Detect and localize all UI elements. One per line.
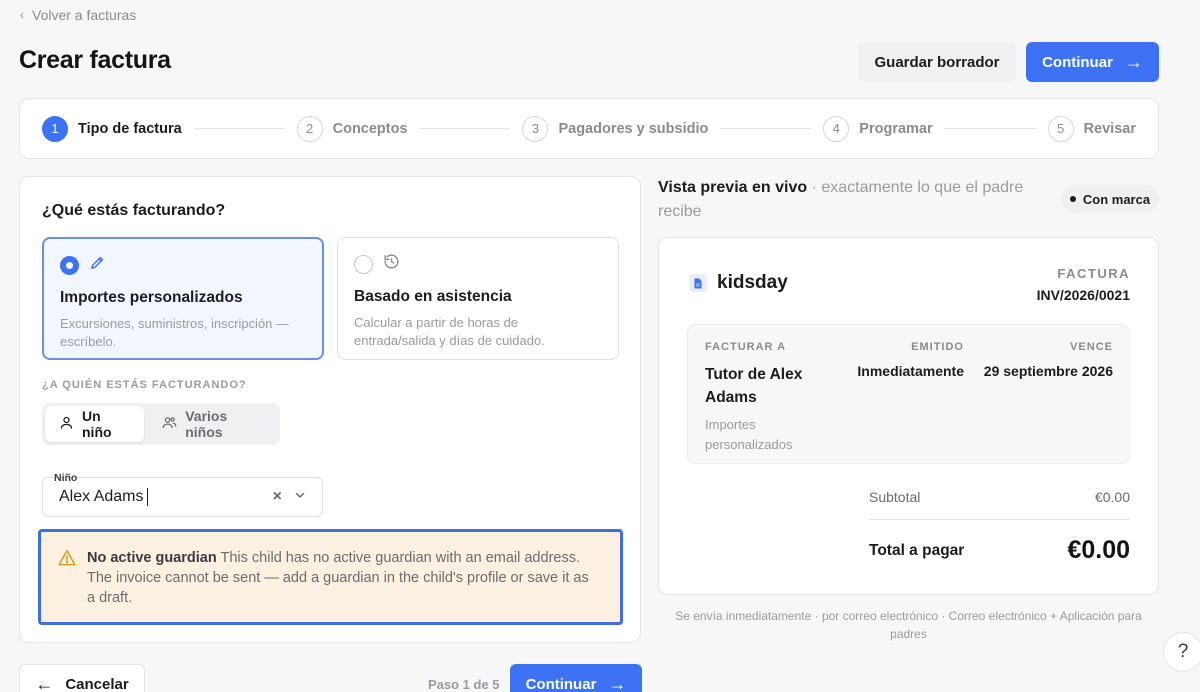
due-value: 29 septiembre 2026 <box>983 363 1113 379</box>
invoice-preview-card: kidsday FACTURA INV/2026/0021 Facturar a… <box>658 237 1159 595</box>
back-link[interactable]: ‹ Volver a facturas <box>20 7 136 23</box>
recipient-label: ¿A quién estás facturando? <box>42 379 247 391</box>
branded-badge[interactable]: Con marca <box>1061 185 1159 213</box>
step-connector <box>193 128 285 129</box>
option-title: Importes personalizados <box>60 289 243 306</box>
invoice-number: INV/2026/0021 <box>1036 287 1130 303</box>
option-description: Excursiones, suministros, inscripción — … <box>60 316 290 349</box>
pencil-icon <box>89 254 106 276</box>
stepper: 1 Tipo de factura 2 Conceptos 3 Pagadore… <box>19 98 1159 159</box>
back-link-label: Volver a facturas <box>32 7 137 23</box>
continue-button-bottom[interactable]: Continuar → <box>510 664 642 692</box>
child-field-label: Niño <box>54 472 78 484</box>
recipient-mode-toggle: Un niño Varios niños <box>42 403 280 445</box>
document-logo-icon <box>689 274 707 292</box>
question-mark-icon: ? <box>1177 641 1189 662</box>
step-programar[interactable]: 4 Programar <box>823 115 933 142</box>
dot-icon <box>1069 196 1076 202</box>
total-row: Total a pagar €0.00 <box>869 536 1130 565</box>
chevron-down-icon[interactable] <box>294 488 306 506</box>
step-connector <box>720 128 812 129</box>
step-connector <box>419 128 511 129</box>
segment-multiple-children[interactable]: Varios niños <box>148 406 277 442</box>
preview-heading: Vista previa en vivo · exactamente lo qu… <box>658 176 1038 224</box>
save-draft-button[interactable]: Guardar borrador <box>858 42 1016 82</box>
arrow-left-icon: ← <box>35 674 54 692</box>
step-label: Conceptos <box>332 120 408 137</box>
warning-title: No active guardian <box>87 550 217 566</box>
bill-to-name: Tutor de Alex Adams <box>705 366 803 406</box>
subtotal-row: Subtotal €0.00 <box>869 489 1130 505</box>
segment-label: Varios niños <box>185 408 228 440</box>
option-custom-amounts[interactable]: Importes personalizados Excursiones, sum… <box>42 237 324 360</box>
cancel-button[interactable]: ← Cancelar <box>19 664 145 692</box>
option-title: Basado en asistencia <box>354 288 512 305</box>
branded-badge-label: Con marca <box>1082 191 1151 207</box>
clock-history-icon <box>383 253 400 275</box>
divider <box>869 519 1130 520</box>
step-number: 1 <box>42 115 68 142</box>
invoice-type-card: ¿Qué estás facturando? Importes personal… <box>19 176 641 643</box>
step-connector <box>944 128 1036 129</box>
cancel-label: Cancelar <box>65 675 129 692</box>
step-conceptos[interactable]: 2 Conceptos <box>296 115 408 142</box>
bill-to-label: Facturar a <box>705 341 787 353</box>
segment-label: Un niño <box>82 408 112 440</box>
total-value: €0.00 <box>1067 536 1130 564</box>
preview-title: Vista previa en vivo <box>658 179 808 196</box>
bill-to-type: Importes personalizados <box>705 417 793 452</box>
invoice-kind: FACTURA <box>1057 266 1130 281</box>
users-icon <box>162 415 177 433</box>
radio-checked[interactable] <box>60 255 79 275</box>
option-description: Calcular a partir de horas de entrada/sa… <box>354 315 545 348</box>
billing-details: Facturar a Tutor de Alex Adams Importes … <box>687 324 1130 464</box>
step-label: Pagadores y subsidio <box>558 120 709 137</box>
continue-label: Continuar <box>525 675 597 692</box>
radio-unchecked[interactable] <box>354 254 373 274</box>
subtotal-value: €0.00 <box>1094 489 1130 505</box>
warning-triangle-icon <box>58 549 76 572</box>
step-number: 3 <box>522 115 549 142</box>
text-caret <box>147 488 149 506</box>
continue-label: Continuar <box>1042 53 1113 71</box>
delivery-note: Se envía inmediatamente · por correo ele… <box>675 609 1142 641</box>
no-guardian-warning: No active guardian This child has no act… <box>38 529 623 625</box>
clear-icon[interactable]: × <box>273 488 282 506</box>
page-title: Crear factura <box>19 46 171 74</box>
subtotal-label: Subtotal <box>869 489 921 505</box>
step-number: 2 <box>296 115 323 142</box>
brand-name: kidsday <box>717 272 788 293</box>
segment-one-child[interactable]: Un niño <box>45 406 145 442</box>
child-select[interactable]: Alex Adams × <box>42 477 323 517</box>
option-attendance-based[interactable]: Basado en asistencia Calcular a partir d… <box>337 237 619 360</box>
step-number: 4 <box>823 115 850 142</box>
chevron-left-icon: ‹ <box>20 8 24 22</box>
step-pagadores-y-subsidio[interactable]: 3 Pagadores y subsidio <box>522 115 709 142</box>
due-label: Vence <box>1070 341 1113 353</box>
arrow-right-icon: → <box>1124 52 1143 72</box>
step-number: 5 <box>1047 115 1074 142</box>
step-label: Programar <box>859 120 933 137</box>
continue-button-top[interactable]: Continuar → <box>1026 42 1159 82</box>
user-icon <box>59 415 74 433</box>
step-revisar[interactable]: 5 Revisar <box>1047 115 1136 142</box>
child-select-value: Alex Adams <box>59 488 144 505</box>
step-counter: Paso 1 de 5 <box>428 677 500 692</box>
save-draft-label: Guardar borrador <box>874 53 1000 71</box>
total-label: Total a pagar <box>869 541 965 559</box>
issued-value: Inmediatamente <box>857 363 964 379</box>
arrow-right-icon: → <box>608 674 627 692</box>
issued-label: Emitido <box>911 341 964 353</box>
step-label: Tipo de factura <box>78 120 182 137</box>
help-button[interactable]: ? <box>1163 632 1200 672</box>
step-label: Revisar <box>1083 120 1136 137</box>
billing-question: ¿Qué estás facturando? <box>42 202 226 219</box>
step-tipo-de-factura[interactable]: 1 Tipo de factura <box>42 115 182 142</box>
